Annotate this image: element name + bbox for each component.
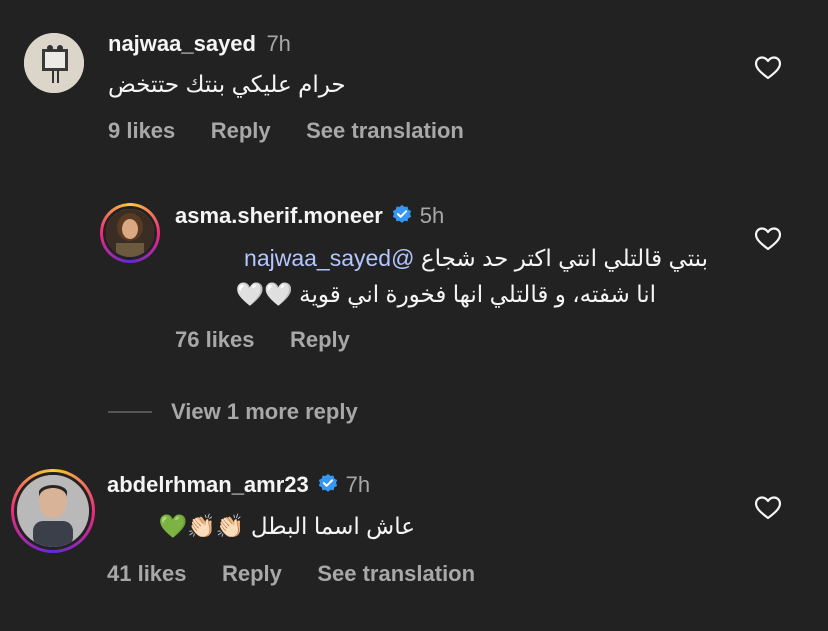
avatar[interactable] — [24, 33, 84, 93]
avatar-image — [106, 209, 154, 257]
timestamp: 7h — [345, 472, 371, 497]
comment-header: abdelrhman_amr23 7h — [107, 472, 370, 498]
comment-text: انا شفته، و قالتلي انها فخورة اني قوية — [299, 281, 656, 307]
comment-text: حرام عليكي بنتك حتتخض — [108, 71, 346, 97]
comment-actions: 9 likes Reply See translation — [108, 118, 464, 144]
avatar[interactable] — [11, 469, 95, 553]
comment-actions: 76 likes Reply — [175, 327, 350, 353]
heart-icon[interactable] — [755, 56, 781, 80]
avatar-image — [24, 33, 84, 93]
avatar-image — [17, 475, 89, 547]
likes-count[interactable]: 76 likes — [175, 327, 255, 352]
verified-badge-icon — [393, 204, 412, 223]
see-translation-button[interactable]: See translation — [317, 561, 475, 586]
timestamp: 5h — [419, 203, 445, 228]
comment-text: بنتي قالتلي انتي اكتر حد شجاع — [420, 245, 708, 271]
likes-count[interactable]: 41 likes — [107, 561, 187, 586]
comment-text-line-2: انا شفته، و قالتلي انها فخورة اني قوية 🤍… — [175, 276, 657, 312]
comment-text: عاش اسما البطل — [250, 513, 415, 539]
comment-header: najwaa_sayed 7h — [108, 31, 291, 57]
username[interactable]: abdelrhman_amr23 — [107, 472, 309, 497]
comment-actions: 41 likes Reply See translation — [107, 561, 475, 587]
see-translation-button[interactable]: See translation — [306, 118, 464, 143]
heart-icon[interactable] — [755, 227, 781, 251]
username[interactable]: asma.sherif.moneer — [175, 203, 383, 228]
white-heart-emoji: 🤍🤍 — [235, 281, 293, 307]
timestamp: 7h — [266, 31, 291, 56]
clap-emoji: 👏🏻👏🏻💚 — [158, 513, 245, 539]
mention-link[interactable]: @najwaa_sayed — [244, 245, 414, 271]
avatar[interactable] — [100, 203, 160, 263]
comment-text-line: عاش اسما البطل 👏🏻👏🏻💚 — [107, 508, 416, 544]
view-more-replies-button[interactable]: View 1 more reply — [171, 399, 358, 425]
view-replies-divider — [108, 411, 152, 413]
username[interactable]: najwaa_sayed — [108, 31, 256, 56]
reply-button[interactable]: Reply — [290, 327, 350, 352]
heart-icon[interactable] — [755, 496, 781, 520]
comment-text-line-1: بنتي قالتلي انتي اكتر حد شجاع @najwaa_sa… — [175, 240, 708, 276]
reply-button[interactable]: Reply — [222, 561, 282, 586]
reply-button[interactable]: Reply — [211, 118, 271, 143]
likes-count[interactable]: 9 likes — [108, 118, 175, 143]
comment-header: asma.sherif.moneer 5h — [175, 203, 444, 229]
verified-badge-icon — [319, 473, 338, 492]
